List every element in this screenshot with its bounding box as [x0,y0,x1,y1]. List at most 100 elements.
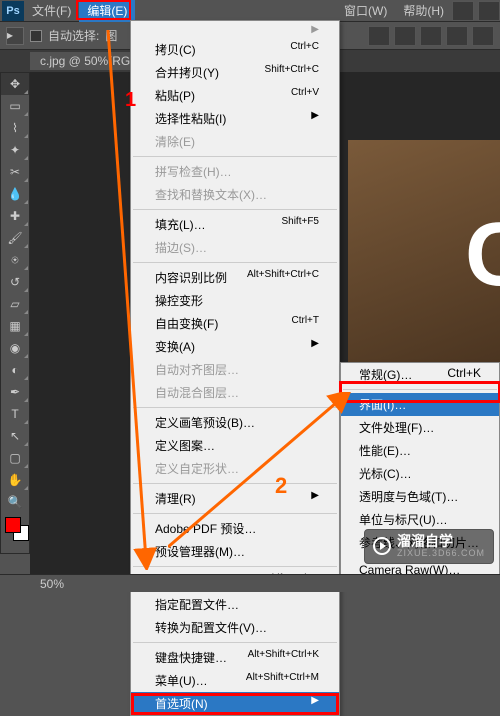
menu-edit[interactable]: 编辑(E) [79,0,135,22]
menu-item[interactable]: 首选项(N)▶ [131,692,339,715]
menu-item-label: 自动对齐图层… [155,361,239,378]
menu-separator [133,262,337,263]
menu-item-shortcut: ▶ [311,695,319,712]
menu-file[interactable]: 文件(F) [24,0,79,22]
align-btn-3[interactable] [420,26,442,46]
menu-separator [133,407,337,408]
menu-item[interactable]: 拷贝(C)Ctrl+C [131,38,339,61]
menu-item[interactable]: 操控变形 [131,289,339,312]
tool-move[interactable]: ✥ [1,73,29,95]
tool-blur[interactable]: ◉ [1,337,29,359]
menu-item[interactable]: 键盘快捷键…Alt+Shift+Ctrl+K [131,646,339,669]
menu-item-label: 自动混合图层… [155,384,239,401]
submenu-item-label: 界面(I)… [359,396,406,413]
menu-item-label: 查找和替换文本(X)… [155,186,267,203]
auto-select-dropdown[interactable]: 图 [105,27,117,44]
menu-item-shortcut: ▶ [311,24,319,35]
menu-item-label: 预设管理器(M)… [155,543,245,560]
document-canvas[interactable]: C [348,140,500,370]
align-btn-2[interactable] [394,26,416,46]
submenu-item[interactable]: 界面(I)… [341,393,499,416]
tool-shape[interactable]: ▢ [1,447,29,469]
tool-lasso[interactable]: ⌇ [1,117,29,139]
color-swatches[interactable] [1,513,29,553]
menu-item-label: 清除(E) [155,133,195,150]
tool-eyedropper[interactable]: 💧 [1,183,29,205]
menu-separator [133,513,337,514]
menu-separator [133,566,337,567]
workspace-btn-2[interactable] [478,1,500,21]
align-btn-4[interactable] [446,26,468,46]
tool-type[interactable]: T [1,403,29,425]
ps-logo: Ps [2,1,24,21]
submenu-item[interactable]: 光标(C)… [341,462,499,485]
menu-item-label: 合并拷贝(Y) [155,64,219,81]
current-tool-icon[interactable]: ▸ [6,27,24,45]
menu-item[interactable]: 预设管理器(M)… [131,540,339,563]
tool-brush[interactable]: 🖌 [1,227,29,249]
workspace-btn-1[interactable] [452,1,474,21]
menu-item[interactable]: 合并拷贝(Y)Shift+Ctrl+C [131,61,339,84]
submenu-item[interactable]: 性能(E)… [341,439,499,462]
tool-marquee[interactable]: ▭ [1,95,29,117]
tool-history-brush[interactable]: ↺ [1,271,29,293]
menu-item[interactable]: 定义画笔预设(B)… [131,411,339,434]
menu-item[interactable]: 自由变换(F) Ctrl+T [131,312,339,335]
menu-item-label: Adobe PDF 预设… [155,520,256,537]
watermark-url: ZIXUE.3D66.COM [397,549,485,559]
menu-item[interactable]: 定义图案… [131,434,339,457]
tool-gradient[interactable]: ▦ [1,315,29,337]
tool-wand[interactable]: ✦ [1,139,29,161]
menu-item-label: 键盘快捷键… [155,649,227,666]
submenu-item-label: 单位与标尺(U)… [359,511,448,528]
menu-item-shortcut: Ctrl+V [291,87,319,104]
align-btn-5[interactable] [472,26,494,46]
menu-item-label: 指定配置文件… [155,596,239,613]
tool-eraser[interactable]: ▱ [1,293,29,315]
annotation-number-2: 2 [275,473,287,499]
tool-zoom[interactable]: 🔍 [1,491,29,513]
tool-hand[interactable]: ✋ [1,469,29,491]
menu-window[interactable]: 窗口(W) [336,0,395,22]
menu-item[interactable]: 粘贴(P)Ctrl+V [131,84,339,107]
menu-help[interactable]: 帮助(H) [395,0,452,22]
menu-item[interactable]: Adobe PDF 预设… [131,517,339,540]
menu-item[interactable]: 指定配置文件… [131,593,339,616]
tool-dodge[interactable]: ◐ [1,359,29,381]
submenu-item[interactable]: 文件处理(F)… [341,416,499,439]
menu-item-shortcut: Ctrl+T [292,315,320,332]
menu-separator [133,156,337,157]
menu-item[interactable]: 清理(R)▶ [131,487,339,510]
auto-select-label: 自动选择: [48,27,99,44]
foreground-swatch[interactable] [5,517,21,533]
menu-item[interactable]: 填充(L)…Shift+F5 [131,213,339,236]
menu-separator [133,483,337,484]
menu-item[interactable]: 选择性粘贴(I)▶ [131,107,339,130]
tool-path-select[interactable]: ↖ [1,425,29,447]
align-btn-1[interactable] [368,26,390,46]
menu-item-label: 自由变换(F) [155,315,218,332]
menu-item[interactable]: 内容识别比例Alt+Shift+Ctrl+C [131,266,339,289]
edit-menu-dropdown: 1 ▶拷贝(C)Ctrl+C合并拷贝(Y)Shift+Ctrl+C粘贴(P)Ct… [130,20,340,716]
submenu-item-label: 光标(C)… [359,465,412,482]
menu-item-shortcut: Shift+F5 [281,216,319,233]
submenu-item[interactable]: 透明度与色域(T)… [341,485,499,508]
submenu-item[interactable]: 常规(G)…Ctrl+K [341,363,499,386]
menu-item[interactable]: 菜单(U)…Alt+Shift+Ctrl+M [131,669,339,692]
tool-crop[interactable]: ✂ [1,161,29,183]
menu-item-label: 定义图案… [155,437,215,454]
tool-pen[interactable]: ✒ [1,381,29,403]
auto-select-checkbox[interactable] [30,30,42,42]
submenu-item[interactable]: 单位与标尺(U)… [341,508,499,531]
menu-item-label: 变换(A) [155,338,195,355]
menu-item[interactable]: 变换(A)▶ [131,335,339,358]
menu-item-label: 菜单(U)… [155,672,208,689]
menu-item: ▶ [131,21,339,38]
watermark: 溜溜自学 ZIXUE.3D66.COM [364,529,494,564]
tool-stamp[interactable]: ⍟ [1,249,29,271]
zoom-level[interactable]: 50% [40,577,64,591]
menu-item[interactable]: 转换为配置文件(V)… [131,616,339,639]
menu-item-label: 清理(R) [155,490,196,507]
menu-item-label: 描边(S)… [155,239,207,256]
tool-heal[interactable]: ✚ [1,205,29,227]
